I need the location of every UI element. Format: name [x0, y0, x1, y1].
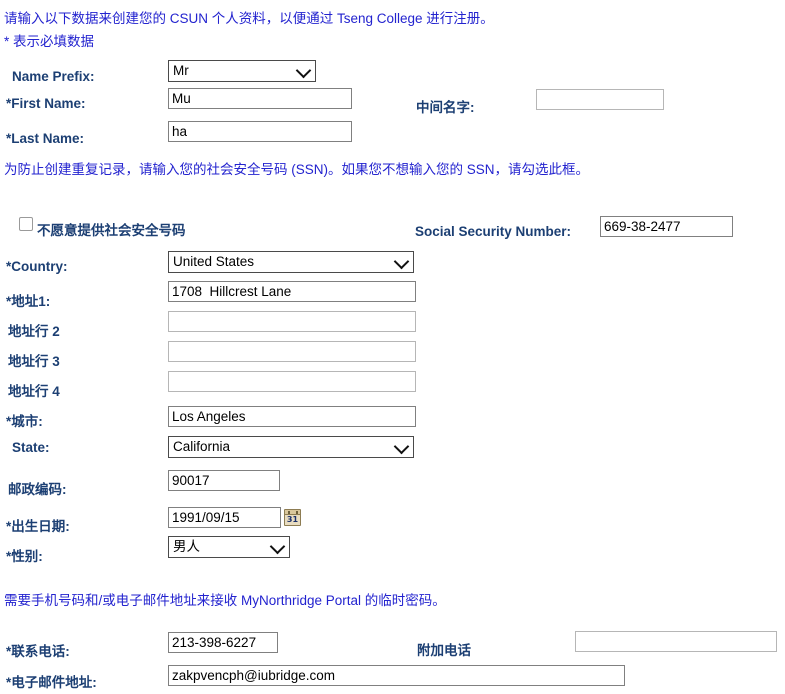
address3-label: 地址行 3 — [8, 354, 60, 369]
chevron-down-icon — [295, 62, 312, 79]
chevron-down-icon — [269, 538, 286, 555]
chevron-down-icon — [393, 438, 410, 455]
middle-name-label: 中间名字: — [416, 100, 475, 115]
additional-phone-label: 附加电话 — [417, 643, 471, 658]
calendar-icon-day: 31 — [286, 515, 299, 524]
gender-value: 男人 — [173, 539, 200, 554]
postal-code-label: 邮政编码: — [8, 482, 67, 497]
decline-ssn-checkbox[interactable] — [19, 217, 33, 231]
email-label: *电子邮件地址: — [6, 675, 97, 690]
chevron-down-icon — [393, 253, 410, 270]
address1-label: *地址1: — [6, 294, 51, 309]
last-name-label: *Last Name: — [6, 131, 85, 146]
required-fields-note: * 表示必填数据 — [4, 34, 95, 49]
country-label: *Country: — [6, 259, 68, 274]
city-label: *城市: — [6, 414, 43, 429]
contact-phone-input[interactable] — [168, 632, 278, 653]
country-value: United States — [173, 254, 255, 269]
middle-name-input[interactable] — [536, 89, 664, 110]
ssn-label: Social Security Number: — [415, 224, 572, 239]
name-prefix-label: Name Prefix: — [12, 69, 95, 84]
calendar-icon[interactable]: 31 — [284, 509, 301, 526]
country-select[interactable]: United States — [168, 251, 414, 273]
ssn-input[interactable] — [600, 216, 733, 237]
birth-date-input[interactable] — [168, 507, 281, 528]
address3-input[interactable] — [168, 341, 416, 362]
address1-input[interactable] — [168, 281, 416, 302]
postal-code-input[interactable] — [168, 470, 280, 491]
address4-label: 地址行 4 — [8, 384, 60, 399]
decline-ssn-label: 不愿意提供社会安全号码 — [37, 223, 186, 238]
name-prefix-value: Mr — [173, 63, 189, 78]
additional-phone-input[interactable] — [575, 631, 777, 652]
state-value: California — [173, 439, 231, 454]
ssn-instruction-text: 为防止创建重复记录，请输入您的社会安全号码 (SSN)。如果您不想输入您的 SS… — [4, 162, 590, 177]
name-prefix-select[interactable]: Mr — [168, 60, 316, 82]
state-select[interactable]: California — [168, 436, 414, 458]
first-name-label: *First Name: — [6, 96, 86, 111]
portal-password-note: 需要手机号码和/或电子邮件地址来接收 MyNorthridge Portal 的… — [4, 593, 446, 608]
gender-label: *性别: — [6, 549, 43, 564]
address2-input[interactable] — [168, 311, 416, 332]
birth-date-label: *出生日期: — [6, 519, 70, 534]
contact-phone-label: *联系电话: — [6, 644, 70, 659]
gender-select[interactable]: 男人 — [168, 536, 290, 558]
first-name-input[interactable] — [168, 88, 352, 109]
intro-instruction-text: 请输入以下数据来创建您的 CSUN 个人资料，以便通过 Tseng Colleg… — [4, 11, 494, 26]
city-input[interactable] — [168, 406, 416, 427]
state-label: State: — [12, 440, 50, 455]
last-name-input[interactable] — [168, 121, 352, 142]
address4-input[interactable] — [168, 371, 416, 392]
address2-label: 地址行 2 — [8, 324, 60, 339]
email-input[interactable] — [168, 665, 625, 686]
